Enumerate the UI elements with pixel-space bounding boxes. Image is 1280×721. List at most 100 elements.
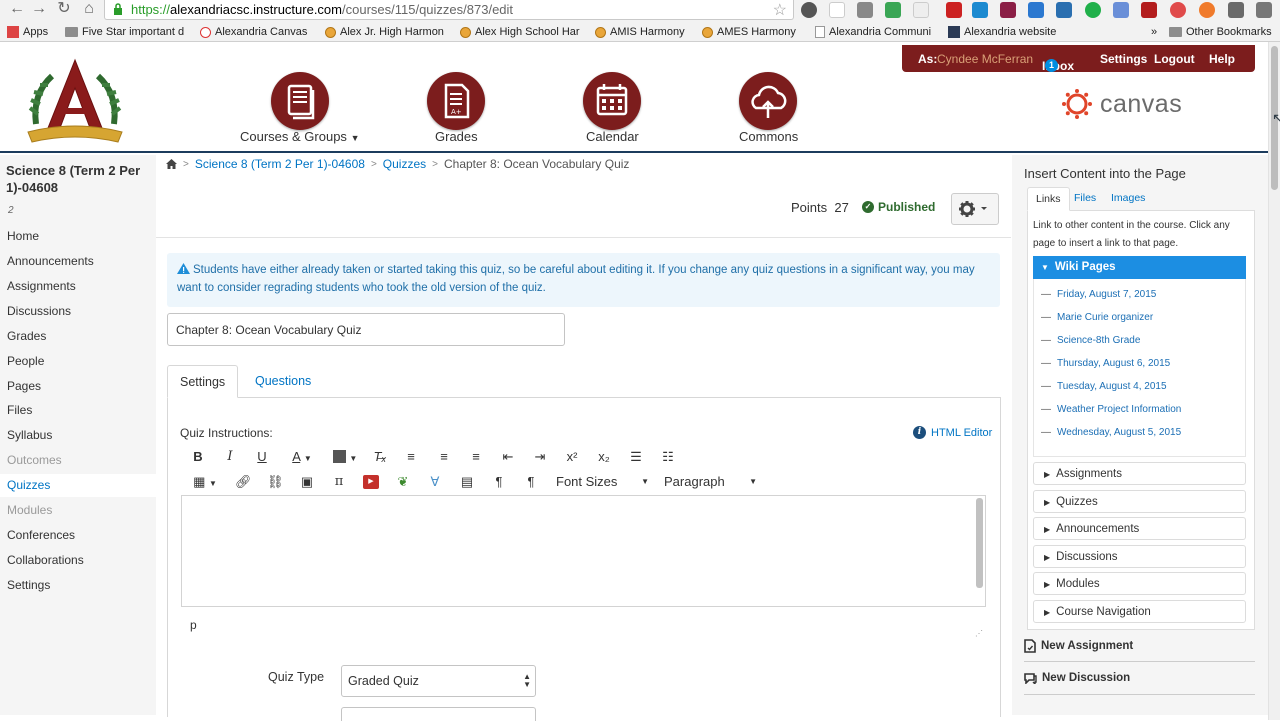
wiki-pages-section-header[interactable]: ▼ Wiki Pages: [1033, 256, 1246, 279]
extension-clip-icon[interactable]: [1228, 2, 1244, 18]
bullet-list-icon[interactable]: ☰: [628, 448, 644, 466]
back-icon[interactable]: ←: [6, 0, 28, 20]
bookmark-website[interactable]: Alexandria website: [948, 24, 1056, 40]
course-nav-announcements[interactable]: Announcements: [0, 250, 156, 273]
settings-link[interactable]: Settings: [1100, 52, 1147, 66]
school-logo[interactable]: [26, 54, 124, 148]
course-nav-grades[interactable]: Grades: [0, 325, 156, 348]
calendar-nav[interactable]: [583, 72, 641, 130]
wiki-page-link[interactable]: — Wednesday, August 5, 2015: [1041, 427, 1181, 438]
section-course-navigation[interactable]: ▶ Course Navigation: [1033, 600, 1246, 623]
section-modules[interactable]: ▶ Modules: [1033, 572, 1246, 595]
course-nav-collaborations[interactable]: Collaborations: [0, 549, 156, 572]
commons-nav[interactable]: [739, 72, 797, 130]
paragraph-format-dropdown[interactable]: Paragraph ▼: [664, 473, 759, 491]
font-sizes-dropdown[interactable]: Font Sizes ▼: [556, 473, 651, 491]
quiz-type-select[interactable]: Graded Quiz ▲ ▼: [341, 665, 536, 697]
html-editor-toggle[interactable]: i HTML Editor: [913, 426, 992, 439]
extension-lines-icon[interactable]: [1028, 2, 1044, 18]
extension-pin-icon[interactable]: [1170, 2, 1186, 18]
course-nav-home[interactable]: Home: [0, 225, 156, 248]
extension-grammarly-icon[interactable]: [1085, 2, 1101, 18]
media-comment-icon[interactable]: ❦: [395, 473, 411, 491]
more-bookmarks-button[interactable]: »: [1151, 24, 1157, 40]
clear-formatting-icon[interactable]: T̶ₓ: [372, 448, 388, 466]
tab-files[interactable]: Files: [1066, 187, 1104, 211]
lti-tool-icon[interactable]: ∀: [427, 473, 443, 491]
wiki-page-link[interactable]: — Thursday, August 6, 2015: [1041, 358, 1170, 369]
grades-nav-label[interactable]: Grades: [435, 129, 478, 144]
bookmark-ames[interactable]: AMES Harmony: [702, 24, 796, 40]
unlink-icon[interactable]: ⛓︎: [267, 473, 284, 491]
tab-questions[interactable]: Questions: [243, 365, 323, 398]
home-icon[interactable]: [166, 159, 177, 169]
grades-nav[interactable]: A+: [427, 72, 485, 130]
extension-bird-icon[interactable]: [1113, 2, 1129, 18]
resize-handle-icon[interactable]: ⋰: [975, 629, 983, 638]
subscript-icon[interactable]: x₂: [596, 448, 612, 466]
forward-icon[interactable]: →: [28, 0, 50, 20]
embed-media-icon[interactable]: ▤: [459, 473, 475, 491]
align-left-icon[interactable]: ≡: [403, 448, 419, 466]
logout-link[interactable]: Logout: [1154, 52, 1195, 66]
other-bookmarks[interactable]: Other Bookmarks: [1169, 24, 1272, 40]
course-nav-quizzes[interactable]: Quizzes: [0, 474, 156, 497]
quiz-title-input[interactable]: Chapter 8: Ocean Vocabulary Quiz: [167, 313, 565, 346]
new-assignment-link[interactable]: New Assignment: [1024, 639, 1133, 653]
extension-pen-icon[interactable]: [946, 2, 962, 18]
courses-groups-nav[interactable]: [271, 72, 329, 130]
extension-video-icon[interactable]: [1000, 2, 1016, 18]
bookmark-folder[interactable]: Five Star important d: [65, 24, 184, 40]
course-nav-outcomes[interactable]: Outcomes: [0, 449, 156, 472]
rtl-paragraph-icon[interactable]: ¶: [523, 473, 539, 491]
extension-compass-icon[interactable]: [801, 2, 817, 18]
courses-groups-label[interactable]: Courses & Groups ▼: [240, 129, 359, 144]
quiz-instructions-editor[interactable]: [181, 495, 986, 607]
text-color-button[interactable]: A ▼: [287, 448, 317, 466]
wiki-page-link[interactable]: — Tuesday, August 4, 2015: [1041, 381, 1167, 392]
outdent-icon[interactable]: ⇤: [500, 448, 516, 466]
numbered-list-icon[interactable]: ☷: [660, 448, 676, 466]
wiki-page-link[interactable]: — Science-8th Grade: [1041, 335, 1140, 346]
wiki-page-link[interactable]: — Friday, August 7, 2015: [1041, 289, 1156, 300]
course-nav-settings[interactable]: Settings: [0, 574, 156, 597]
align-right-icon[interactable]: ≡: [468, 448, 484, 466]
reload-icon[interactable]: ↻: [53, 0, 75, 20]
math-equation-icon[interactable]: π: [331, 473, 347, 491]
user-name[interactable]: Cyndee McFerran: [937, 52, 1033, 66]
menu-icon[interactable]: [1256, 2, 1272, 18]
quiz-settings-menu-button[interactable]: [951, 193, 999, 225]
section-assignments[interactable]: ▶ Assignments: [1033, 462, 1246, 485]
bookmark-community[interactable]: Alexandria Communi: [815, 24, 931, 40]
extension-s-icon[interactable]: [972, 2, 988, 18]
tab-links[interactable]: Links: [1027, 187, 1070, 211]
course-nav-files[interactable]: Files: [0, 399, 156, 422]
extension-doc-icon[interactable]: [913, 2, 929, 18]
background-color-button[interactable]: ▼: [330, 448, 360, 466]
extension-check-icon[interactable]: [1056, 2, 1072, 18]
breadcrumb-course[interactable]: Science 8 (Term 2 Per 1)-04608: [195, 157, 365, 171]
extension-alpha-icon[interactable]: [857, 2, 873, 18]
bookmark-alex-high[interactable]: Alex High School Har: [460, 24, 580, 40]
help-link[interactable]: Help: [1209, 52, 1235, 66]
course-nav-pages[interactable]: Pages: [0, 375, 156, 398]
section-announcements[interactable]: ▶ Announcements: [1033, 517, 1246, 540]
course-nav-modules[interactable]: Modules: [0, 499, 156, 522]
bookmark-amis[interactable]: AMIS Harmony: [595, 24, 685, 40]
address-bar[interactable]: https://alexandriacsc.instructure.com/co…: [104, 0, 794, 20]
bookmark-alex-jr-high[interactable]: Alex Jr. High Harmon: [325, 24, 444, 40]
editor-scrollbar[interactable]: [976, 498, 983, 588]
align-center-icon[interactable]: ≡: [436, 448, 452, 466]
underline-button[interactable]: U: [254, 448, 270, 466]
calendar-nav-label[interactable]: Calendar: [586, 129, 639, 144]
tab-images[interactable]: Images: [1103, 187, 1153, 211]
image-icon[interactable]: ▣: [299, 473, 315, 491]
assignment-group-select[interactable]: [341, 707, 536, 721]
indent-icon[interactable]: ⇥: [532, 448, 548, 466]
wiki-page-link[interactable]: — Weather Project Information: [1041, 404, 1181, 415]
extension-drive-icon[interactable]: [885, 2, 901, 18]
course-nav-people[interactable]: People: [0, 350, 156, 373]
extension-page-icon[interactable]: [829, 2, 845, 18]
extension-orange-icon[interactable]: [1199, 2, 1215, 18]
table-button[interactable]: ▦ ▼: [190, 473, 220, 491]
